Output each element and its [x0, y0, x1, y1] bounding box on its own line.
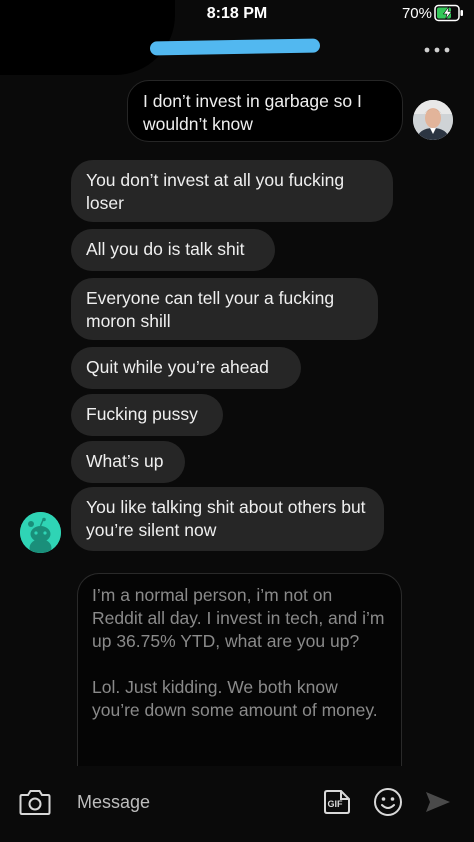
incoming-message[interactable]: All you do is talk shit: [71, 229, 275, 271]
gif-label: GIF: [328, 799, 344, 809]
battery-charging-icon: [434, 4, 463, 22]
incoming-message[interactable]: Everyone can tell your a fucking moron s…: [71, 278, 378, 340]
more-horizontal-icon[interactable]: [422, 42, 452, 58]
message-text: Quit while you’re ahead: [86, 357, 269, 377]
battery-percent: 70%: [401, 5, 432, 22]
chat-header: [0, 28, 474, 76]
message-text: All you do is talk shit: [86, 239, 245, 259]
send-icon[interactable]: [424, 790, 452, 814]
draft-message-preview[interactable]: I’m a normal person, i’m not on Reddit a…: [77, 573, 402, 773]
message-text: What’s up: [86, 451, 164, 471]
message-text: You don’t invest at all you fucking lose…: [86, 170, 345, 213]
sender-avatar[interactable]: [20, 512, 61, 553]
incoming-message[interactable]: Quit while you’re ahead: [71, 347, 301, 389]
reddit-snoo-avatar-icon: [20, 512, 61, 553]
draft-paragraph: Lol. Just kidding. We both know you’re d…: [92, 677, 378, 720]
message-text: Everyone can tell your a fucking moron s…: [86, 288, 335, 331]
my-avatar[interactable]: [413, 100, 453, 140]
message-thread[interactable]: I don’t invest in garbage so I wouldn’t …: [0, 76, 474, 773]
incoming-message[interactable]: You don’t invest at all you fucking lose…: [71, 160, 393, 222]
redacted-contact-name: [149, 38, 321, 56]
chat-screen: 8:18 PM 70% I don’t invest in garbage so…: [0, 0, 474, 842]
message-text: I don’t invest in garbage so I wouldn’t …: [143, 91, 362, 134]
message-text: You like talking shit about others but y…: [86, 497, 366, 540]
incoming-message[interactable]: You like talking shit about others but y…: [71, 487, 384, 551]
message-text: Fucking pussy: [86, 404, 198, 424]
gif-icon[interactable]: GIF: [322, 788, 352, 816]
incoming-message[interactable]: Fucking pussy: [71, 394, 223, 436]
status-bar: 8:18 PM 70%: [0, 0, 474, 75]
camera-icon[interactable]: [19, 788, 51, 816]
message-composer: GIF: [0, 766, 474, 842]
person-photo-icon: [413, 100, 453, 140]
draft-paragraph: I’m a normal person, i’m not on Reddit a…: [92, 585, 385, 651]
gif-sticker-frame: GIF: [324, 790, 350, 814]
outgoing-message[interactable]: I don’t invest in garbage so I wouldn’t …: [127, 80, 403, 142]
incoming-message[interactable]: What’s up: [71, 441, 185, 483]
emoji-icon[interactable]: [373, 787, 403, 817]
message-input[interactable]: [77, 788, 297, 816]
